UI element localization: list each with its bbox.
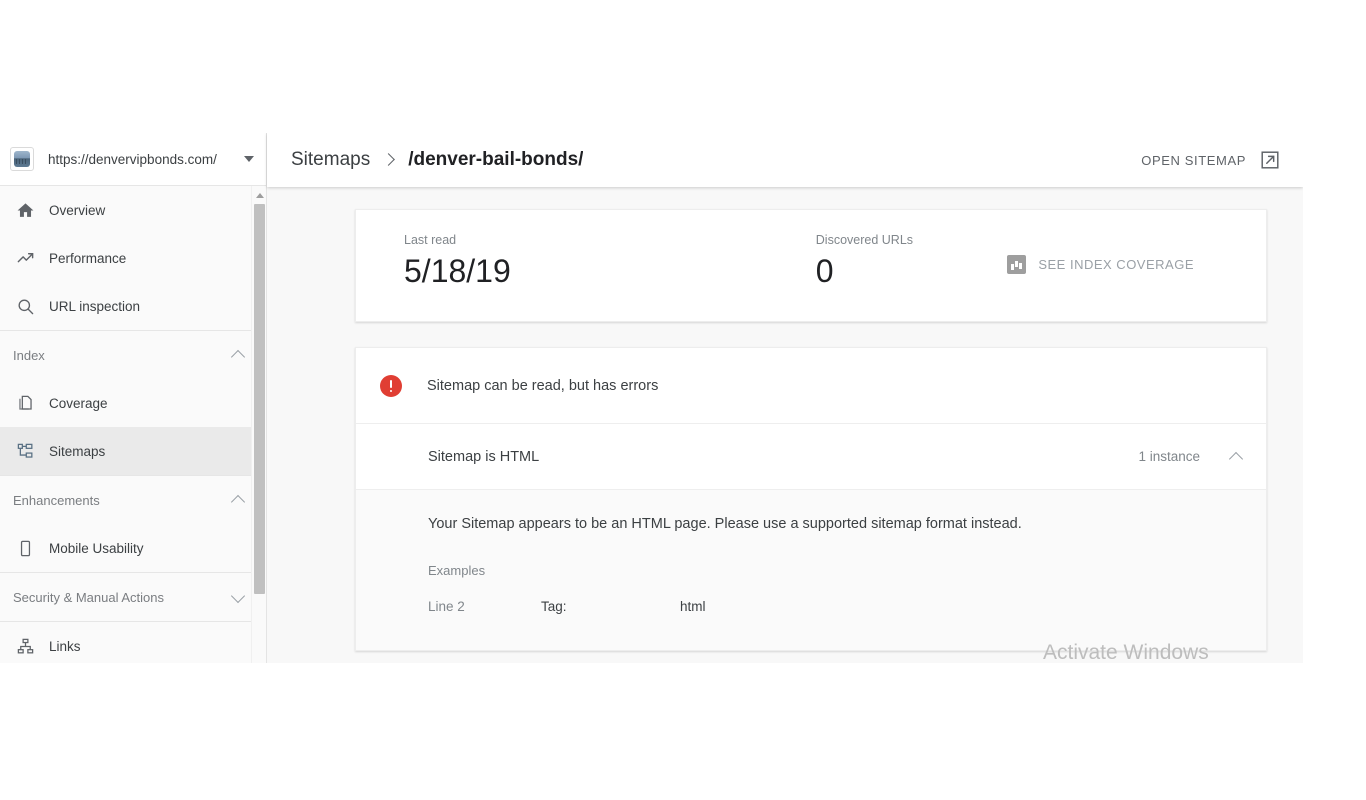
sidebar-item-coverage[interactable]: Coverage xyxy=(0,379,266,427)
sidebar-section-label: Enhancements xyxy=(13,492,100,508)
top-bar: Sitemaps /denver-bail-bonds/ OPEN SITEMA… xyxy=(267,133,1303,187)
property-selector[interactable]: https://denvervipbonds.com/ xyxy=(0,133,266,186)
sidebar-item-label: Coverage xyxy=(49,395,108,411)
breadcrumb-root[interactable]: Sitemaps xyxy=(291,149,370,171)
links-icon xyxy=(13,634,37,658)
stat-label: Last read xyxy=(404,233,457,247)
sidebar-item-links[interactable]: Links xyxy=(0,622,266,663)
issue-instance-count: 1 instance xyxy=(1138,449,1200,464)
trending-up-icon xyxy=(13,246,37,270)
sitemap-errors-card: Sitemap can be read, but has errors Site… xyxy=(355,347,1267,651)
sidebar-item-url-inspection[interactable]: URL inspection xyxy=(0,282,266,330)
main-area: Sitemaps /denver-bail-bonds/ OPEN SITEMA… xyxy=(267,133,1303,663)
sidebar-section-index[interactable]: Index xyxy=(0,331,266,379)
sidebar-section-enhancements[interactable]: Enhancements xyxy=(0,476,266,524)
issue-name: Sitemap is HTML xyxy=(428,448,540,465)
property-url: https://denvervipbonds.com/ xyxy=(48,151,217,167)
scroll-up-arrow-icon[interactable] xyxy=(252,188,266,202)
chevron-down-icon[interactable] xyxy=(232,590,246,604)
search-icon xyxy=(13,294,37,318)
status-message: Sitemap can be read, but has errors xyxy=(427,377,659,394)
breadcrumb: Sitemaps /denver-bail-bonds/ xyxy=(291,149,1141,171)
sitemap-icon xyxy=(13,439,37,463)
site-favicon xyxy=(10,147,34,171)
sidebar-item-sitemaps[interactable]: Sitemaps xyxy=(0,427,266,475)
stat-value: 0 xyxy=(815,253,834,289)
chevron-up-icon[interactable] xyxy=(232,348,246,362)
sidebar-section-security-manual-actions[interactable]: Security & Manual Actions xyxy=(0,573,266,621)
chevron-right-icon xyxy=(379,152,399,168)
issue-description: Your Sitemap appears to be an HTML page.… xyxy=(428,516,1022,532)
example-line: Line 2 xyxy=(428,599,465,614)
see-index-coverage-button[interactable]: SEE INDEX COVERAGE xyxy=(1007,255,1266,274)
chevron-up-icon[interactable] xyxy=(1230,450,1244,464)
sidebar-item-performance[interactable]: Performance xyxy=(0,234,266,282)
stat-value: 5/18/19 xyxy=(404,253,511,289)
mobile-icon xyxy=(13,536,37,560)
see-index-coverage-label: SEE INDEX COVERAGE xyxy=(1038,257,1194,272)
examples-label: Examples xyxy=(428,563,486,578)
example-tag-key: Tag: xyxy=(541,599,567,614)
sidebar-item-mobile-usability[interactable]: Mobile Usability xyxy=(0,524,266,572)
caret-down-icon[interactable] xyxy=(244,156,254,162)
home-icon xyxy=(13,198,37,222)
issue-detail-panel: Your Sitemap appears to be an HTML page.… xyxy=(356,489,1266,650)
sidebar-item-label: Links xyxy=(49,638,81,654)
content-scroll-area: Last read 5/18/19 Discovered URLs 0 SEE … xyxy=(267,187,1303,663)
status-banner: Sitemap can be read, but has errors xyxy=(356,348,1266,424)
error-circle-icon xyxy=(380,374,402,397)
examples-table: Line 2 Tag: html xyxy=(428,599,1242,614)
chevron-up-icon[interactable] xyxy=(232,493,246,507)
sidebar-scrollbar[interactable] xyxy=(251,186,266,663)
external-link-icon xyxy=(1259,149,1281,171)
stat-label: Discovered URLs xyxy=(815,233,914,247)
open-sitemap-label: OPEN SITEMAP xyxy=(1141,152,1246,168)
search-console-app: https://denvervipbonds.com/ Overview Per… xyxy=(0,133,1303,663)
sitemap-summary-card: Last read 5/18/19 Discovered URLs 0 SEE … xyxy=(355,209,1267,322)
page-title: /denver-bail-bonds/ xyxy=(408,149,584,170)
scrollbar-thumb[interactable] xyxy=(254,204,265,594)
open-sitemap-button[interactable]: OPEN SITEMAP xyxy=(1141,149,1281,171)
sidebar-item-label: URL inspection xyxy=(49,298,141,314)
sidebar-item-overview[interactable]: Overview xyxy=(0,186,266,234)
stat-last-read: Last read 5/18/19 xyxy=(356,233,511,289)
example-tag-value: html xyxy=(680,599,706,614)
sidebar-item-label: Performance xyxy=(49,250,127,266)
sidebar-section-label: Index xyxy=(13,347,45,363)
sidebar: https://denvervipbonds.com/ Overview Per… xyxy=(0,133,267,663)
issue-row[interactable]: Sitemap is HTML 1 instance xyxy=(356,424,1266,489)
sidebar-nav: Overview Performance URL inspection Inde… xyxy=(0,186,266,663)
bar-chart-icon xyxy=(1007,255,1027,274)
sidebar-item-label: Overview xyxy=(49,202,106,218)
sidebar-section-label: Security & Manual Actions xyxy=(13,589,165,605)
pages-icon xyxy=(13,391,37,415)
stat-discovered-urls: Discovered URLs 0 xyxy=(511,233,913,289)
table-row: Line 2 Tag: html xyxy=(428,599,1242,614)
sidebar-item-label: Mobile Usability xyxy=(49,540,144,556)
sidebar-item-label: Sitemaps xyxy=(49,443,106,459)
